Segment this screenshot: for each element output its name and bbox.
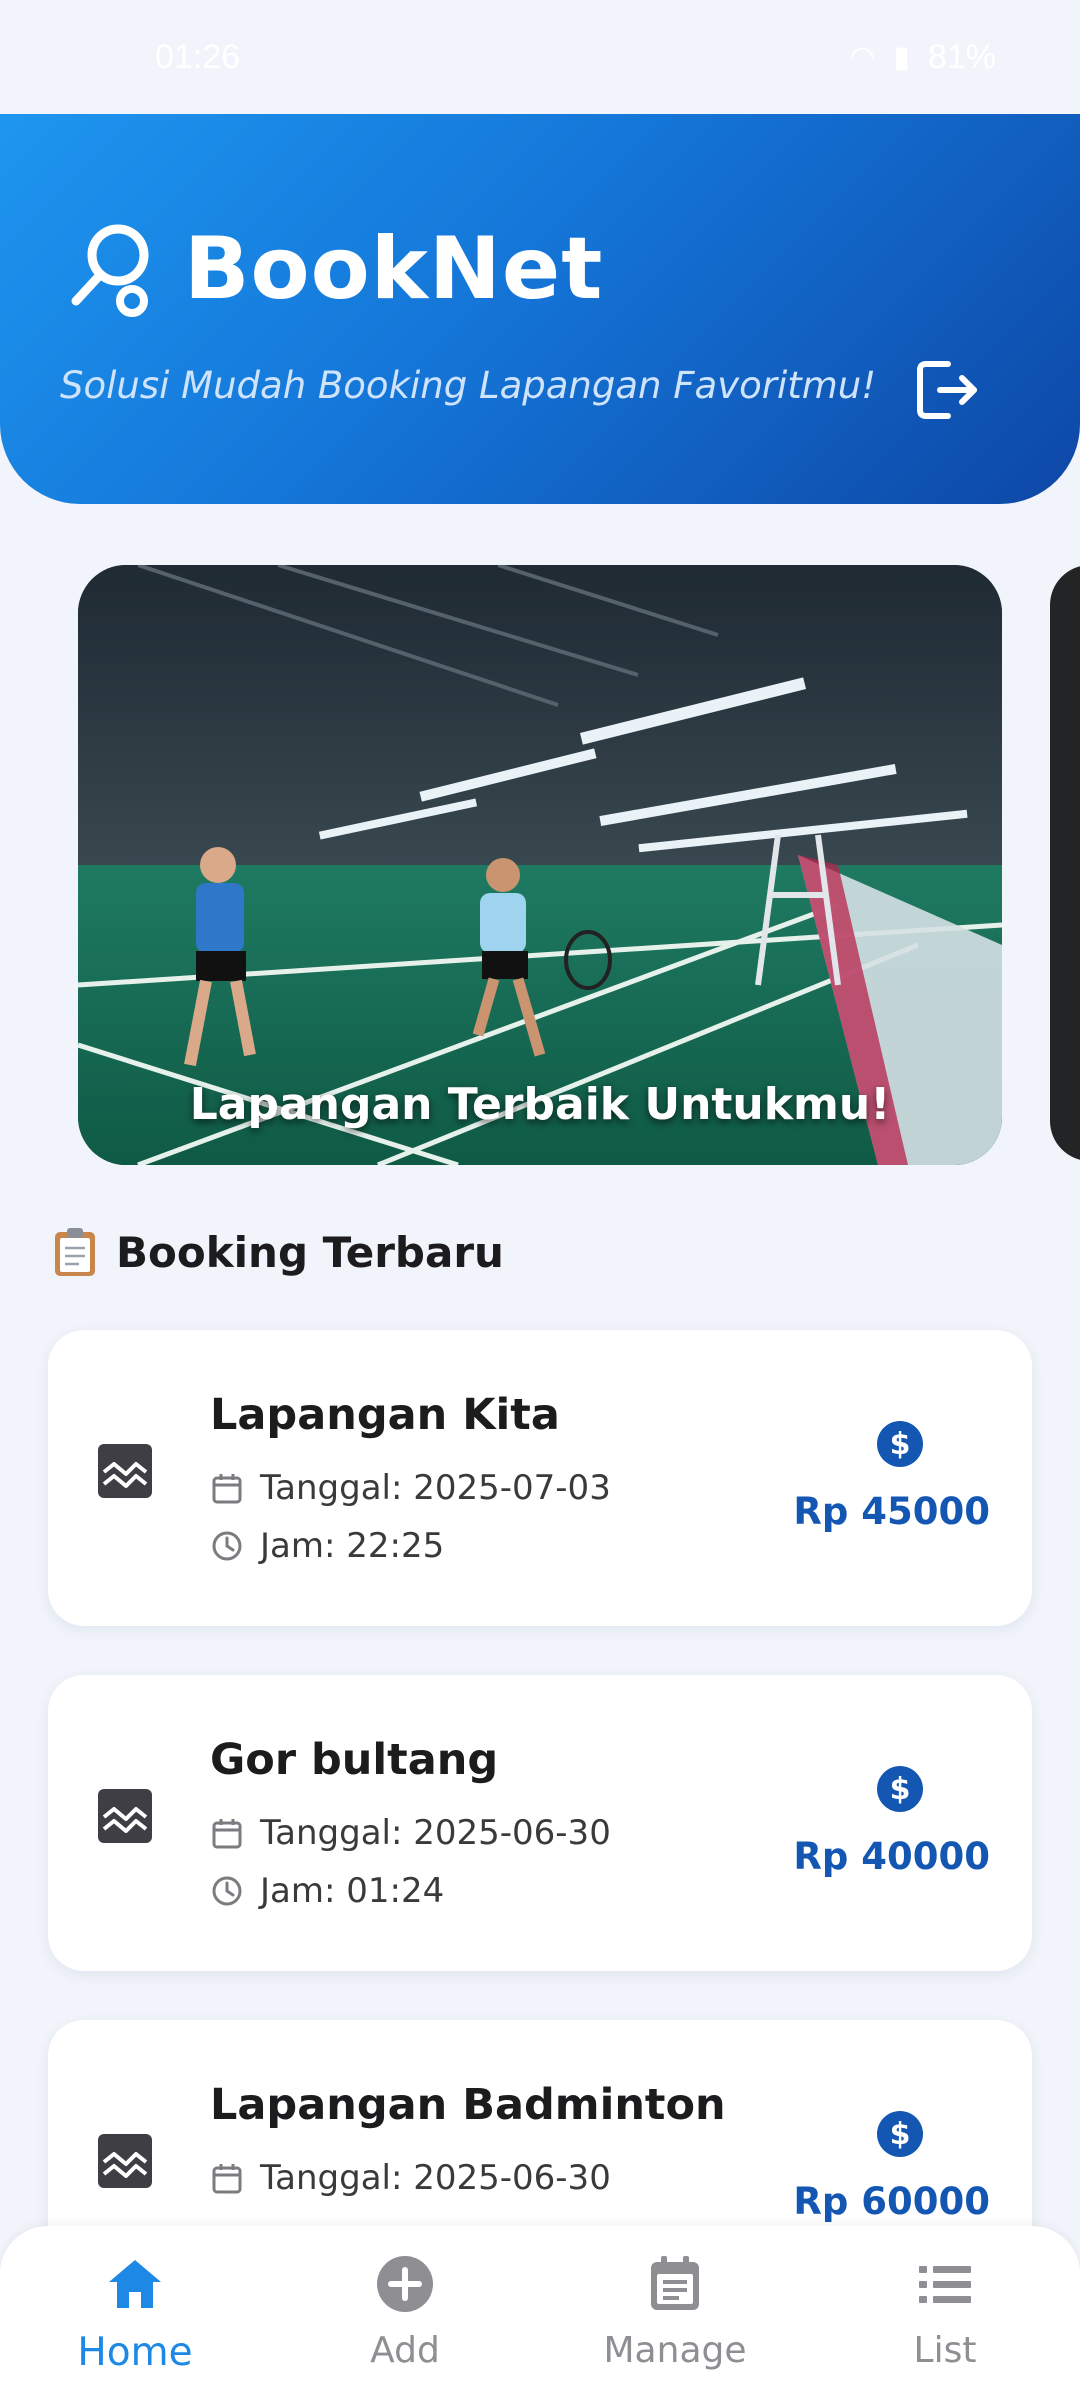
logout-button[interactable] [908,350,988,430]
app-header: BookNet Solusi Mudah Booking Lapangan Fa… [0,114,1080,504]
calendar-icon [212,1474,242,1504]
banner-caption: Lapangan Terbaik Untukmu! [189,1079,891,1130]
nav-list[interactable]: List [810,2226,1080,2400]
dollar-icon: $ [877,1421,923,1467]
booking-date-text: Tanggal: 2025-06-30 [260,1813,611,1853]
clipboard-icon [55,1228,95,1276]
clock-icon [212,1531,242,1561]
image-placeholder-icon [98,1789,152,1843]
nav-add-label: Add [370,2330,440,2371]
search-logo-icon [71,224,149,317]
brand: BookNet [66,219,603,319]
nav-manage[interactable]: Manage [540,2226,810,2400]
status-bar: 01:26 ◠ ▮ 81% [0,0,1080,114]
svg-text:$: $ [890,1772,911,1807]
booking-date-text: Tanggal: 2025-06-30 [260,2158,611,2198]
booking-venue-name: Lapangan Badminton [210,2080,726,2130]
app-tagline: Solusi Mudah Booking Lapangan Favoritmu! [60,364,877,407]
booking-price: Rp 60000 [793,2180,990,2223]
image-placeholder-icon [98,1444,152,1498]
booking-time: Jam: 22:25 [210,1526,444,1566]
booking-venue-name: Gor bultang [210,1735,499,1785]
booking-card[interactable]: Gor bultang Tanggal: 2025-06-30 Jam: 01:… [48,1675,1032,1971]
banner-slide[interactable]: Lapangan Terbaik Untukmu! [78,565,1002,1165]
image-placeholder-icon [98,2134,152,2188]
section-title-label: Booking Terbaru [116,1227,504,1277]
clock-icon [212,1876,242,1906]
booking-time-text: Jam: 01:24 [260,1871,445,1911]
nav-manage-label: Manage [603,2330,747,2371]
status-icons: ◠ ▮ 81% [849,38,996,77]
calendar-icon [212,2164,242,2194]
list-icon [919,2266,971,2303]
svg-text:$: $ [890,1427,911,1462]
nav-home-label: Home [77,2330,193,2375]
booking-date: Tanggal: 2025-07-03 [210,1468,611,1508]
booking-card[interactable]: Lapangan Kita Tanggal: 2025-07-03 Jam: 2… [48,1330,1032,1626]
booking-date: Tanggal: 2025-06-30 [210,1813,611,1853]
nav-add[interactable]: Add [270,2226,540,2400]
app-title: BookNet [184,219,604,319]
calendar-icon [212,1819,242,1849]
home-icon [109,2260,161,2308]
nav-home[interactable]: Home [0,2226,270,2400]
booking-price: Rp 45000 [793,1490,990,1533]
dollar-icon: $ [877,1766,923,1812]
calendar-note-icon [651,2256,699,2310]
svg-text:$: $ [890,2117,911,2152]
section-title: Booking Terbaru [52,1226,504,1278]
booking-date: Tanggal: 2025-06-30 [210,2158,611,2198]
wifi-icon: ◠ [849,40,876,74]
next-banner-slide[interactable] [1050,565,1080,1161]
nav-list-label: List [913,2330,977,2371]
booking-date-text: Tanggal: 2025-07-03 [260,1468,611,1508]
booking-price: Rp 40000 [793,1835,990,1878]
booking-venue-name: Lapangan Kita [210,1390,560,1440]
signal-icon: ▮ [893,40,910,74]
add-circle-icon [377,2256,433,2312]
badminton-court-image [78,565,1002,1165]
status-battery: 81% [927,37,996,76]
booking-time: Jam: 01:24 [210,1871,444,1911]
booking-time-text: Jam: 22:25 [260,1526,445,1566]
bottom-navigation: Home Add Manage List [0,2226,1080,2400]
dollar-icon: $ [877,2111,923,2157]
status-time: 01:26 [155,37,241,76]
